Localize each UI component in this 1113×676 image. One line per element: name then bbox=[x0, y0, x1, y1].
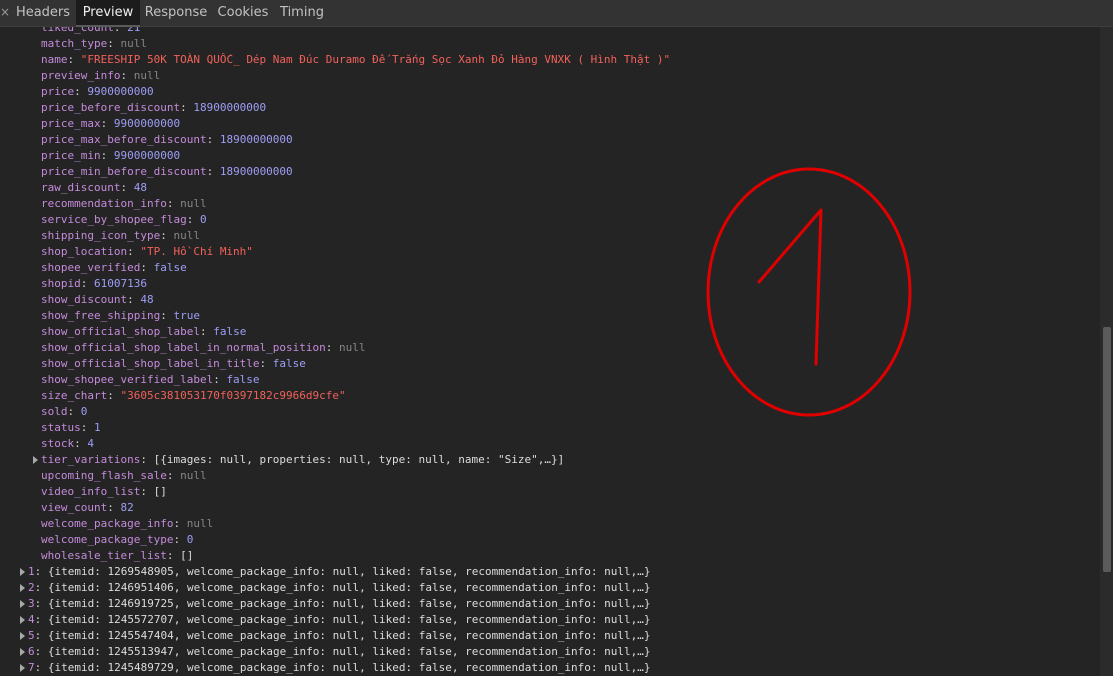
annotation-number-one bbox=[757, 208, 823, 366]
annotation-circle bbox=[706, 167, 912, 417]
annotation-overlay bbox=[706, 167, 912, 417]
